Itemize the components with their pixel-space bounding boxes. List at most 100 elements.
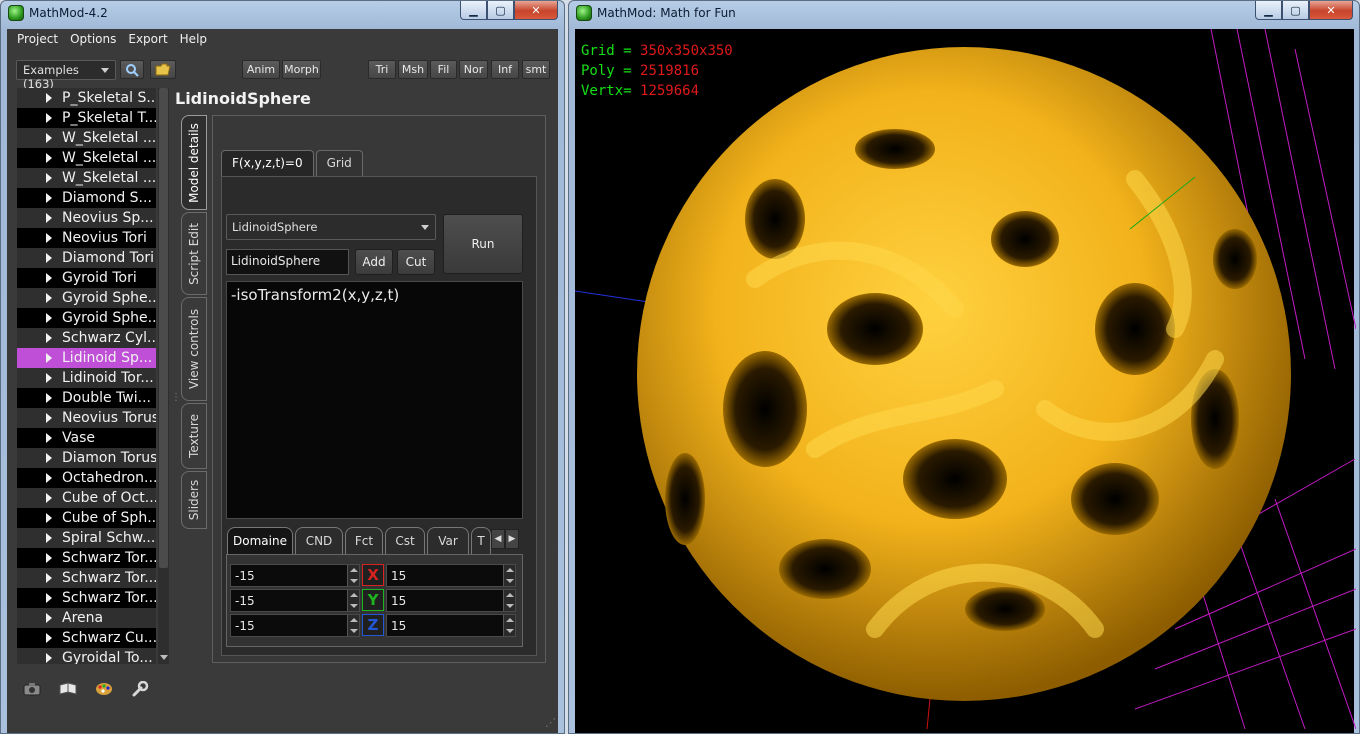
expand-arrow-icon[interactable]: [46, 353, 52, 363]
z-max-stepper[interactable]: [503, 615, 515, 636]
function-combo[interactable]: LidinoidSphere: [226, 214, 436, 240]
y-min-field[interactable]: -15: [230, 589, 360, 612]
expand-arrow-icon[interactable]: [46, 153, 52, 163]
viewer-maximize-button[interactable]: ▢: [1282, 1, 1309, 20]
tree-item[interactable]: Arena: [17, 608, 156, 628]
viewer-close-button[interactable]: ✕: [1309, 1, 1353, 20]
tree-item[interactable]: Diamond S...: [17, 188, 156, 208]
tab-cst[interactable]: Cst: [385, 527, 425, 554]
expand-arrow-icon[interactable]: [46, 493, 52, 503]
expand-arrow-icon[interactable]: [46, 413, 52, 423]
inf-button[interactable]: Inf: [491, 60, 519, 79]
tree-item[interactable]: Cube of Sph...: [17, 508, 156, 528]
tab-t[interactable]: T: [471, 527, 491, 554]
function-editor[interactable]: -isoTransform2(x,y,z,t): [226, 281, 523, 519]
splitter-handle[interactable]: ⋮: [171, 392, 181, 403]
tab-script-edit[interactable]: Script Edit: [181, 212, 207, 295]
y-max-stepper[interactable]: [503, 590, 515, 611]
expand-arrow-icon[interactable]: [46, 133, 52, 143]
function-name-input[interactable]: LidinoidSphere: [226, 249, 349, 275]
tree-item[interactable]: Diamond Tori: [17, 248, 156, 268]
menu-options[interactable]: Options: [64, 29, 122, 50]
expand-arrow-icon[interactable]: [46, 533, 52, 543]
tree-item[interactable]: P_Skeletal S...: [17, 88, 156, 108]
tree-item[interactable]: Schwarz Cu...: [17, 628, 156, 648]
expand-arrow-icon[interactable]: [46, 513, 52, 523]
tree-scrollbar[interactable]: [158, 88, 169, 664]
tree-item[interactable]: Spiral Schw...: [17, 528, 156, 548]
scroll-down-icon[interactable]: [160, 655, 168, 660]
z-max-field[interactable]: 15: [386, 614, 516, 637]
run-button[interactable]: Run: [443, 214, 523, 274]
x-max-stepper[interactable]: [503, 565, 515, 586]
tree-item[interactable]: Diamon Torus: [17, 448, 156, 468]
resize-grip[interactable]: ⋰: [545, 716, 556, 729]
x-min-stepper[interactable]: [347, 565, 359, 586]
z-min-field[interactable]: -15: [230, 614, 360, 637]
expand-arrow-icon[interactable]: [46, 293, 52, 303]
menu-export[interactable]: Export: [122, 29, 173, 50]
tree-scrollbar-thumb[interactable]: [159, 88, 168, 568]
tree-item[interactable]: W_Skeletal ...: [17, 128, 156, 148]
tri-button[interactable]: Tri: [368, 60, 396, 79]
tab-domaine[interactable]: Domaine: [227, 527, 293, 554]
expand-arrow-icon[interactable]: [46, 253, 52, 263]
cut-button[interactable]: Cut: [397, 249, 435, 275]
x-min-field[interactable]: -15: [230, 564, 360, 587]
tab-view-controls[interactable]: View controls: [181, 297, 207, 401]
tree-item[interactable]: Lidinoid Tor...: [17, 368, 156, 388]
expand-arrow-icon[interactable]: [46, 313, 52, 323]
tree-item[interactable]: Gyroid Tori: [17, 268, 156, 288]
tree-item[interactable]: Gyroid Sphe...: [17, 288, 156, 308]
tab-grid[interactable]: Grid: [315, 150, 363, 176]
expand-arrow-icon[interactable]: [46, 553, 52, 563]
expand-arrow-icon[interactable]: [46, 633, 52, 643]
y-max-field[interactable]: 15: [386, 589, 516, 612]
examples-combo[interactable]: Examples (163): [16, 60, 116, 91]
expand-arrow-icon[interactable]: [46, 273, 52, 283]
expand-arrow-icon[interactable]: [46, 213, 52, 223]
search-button[interactable]: [120, 60, 144, 79]
expand-arrow-icon[interactable]: [46, 173, 52, 183]
expand-arrow-icon[interactable]: [46, 433, 52, 443]
open-folder-button[interactable]: [150, 60, 176, 79]
tab-texture[interactable]: Texture: [181, 403, 207, 469]
close-button[interactable]: ✕: [514, 1, 558, 20]
maximize-button[interactable]: ▢: [487, 1, 514, 20]
tree-item[interactable]: Schwarz Tor...: [17, 588, 156, 608]
morph-button[interactable]: Morph: [282, 60, 321, 79]
tab-fct[interactable]: Fct: [345, 527, 383, 554]
expand-arrow-icon[interactable]: [46, 613, 52, 623]
book-icon[interactable]: [57, 679, 79, 699]
expand-arrow-icon[interactable]: [46, 653, 52, 663]
examples-tree[interactable]: P_Skeletal S... P_Skeletal T... W_Skeletal…: [17, 88, 156, 664]
tree-item[interactable]: Neovius Tori: [17, 228, 156, 248]
tab-cnd[interactable]: CND: [295, 527, 343, 554]
tab-scroll-right-icon[interactable]: ▶: [505, 529, 519, 549]
tree-item[interactable]: Neovius Torus: [17, 408, 156, 428]
tab-model-details[interactable]: Model details: [181, 115, 207, 210]
msh-button[interactable]: Msh: [398, 60, 428, 79]
tree-item[interactable]: Lidinoid Sp...: [17, 348, 156, 368]
gl-viewport[interactable]: Grid = 350x350x350 Poly = 2519816 Vertx=…: [575, 29, 1356, 733]
surface-render[interactable]: [575, 29, 1356, 729]
tab-scroll-left-icon[interactable]: ◀: [491, 529, 505, 549]
expand-arrow-icon[interactable]: [46, 593, 52, 603]
menu-project[interactable]: Project: [11, 29, 64, 50]
expand-arrow-icon[interactable]: [46, 573, 52, 583]
y-min-stepper[interactable]: [347, 590, 359, 611]
expand-arrow-icon[interactable]: [46, 373, 52, 383]
camera-icon[interactable]: [21, 679, 43, 699]
anim-button[interactable]: Anim: [242, 60, 280, 79]
viewer-minimize-button[interactable]: ▁: [1255, 1, 1282, 20]
fil-button[interactable]: Fil: [430, 60, 457, 79]
tree-item[interactable]: Schwarz Tor...: [17, 548, 156, 568]
z-min-stepper[interactable]: [347, 615, 359, 636]
expand-arrow-icon[interactable]: [46, 193, 52, 203]
tree-item[interactable]: Double Twi...: [17, 388, 156, 408]
tree-item[interactable]: Gyroid Sphe...: [17, 308, 156, 328]
tree-item[interactable]: W_Skeletal ...: [17, 168, 156, 188]
tab-sliders[interactable]: Sliders: [181, 471, 207, 529]
expand-arrow-icon[interactable]: [46, 333, 52, 343]
menu-help[interactable]: Help: [174, 29, 213, 50]
